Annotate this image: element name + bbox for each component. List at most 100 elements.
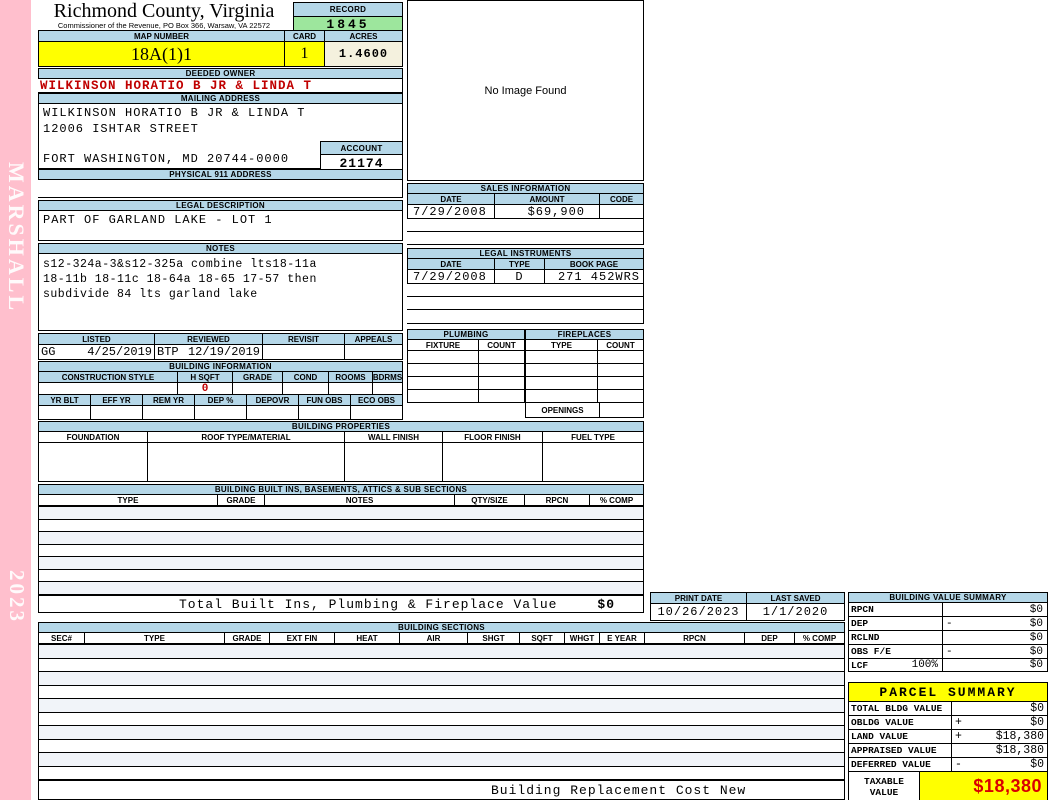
section-comp-label: % COMP [795,633,845,644]
sales-amount-label: AMOUNT [495,194,600,205]
empty-row [38,712,845,726]
mailing-address-label: MAILING ADDRESS [38,93,403,104]
review-header-row: LISTED REVIEWED REVISIT APPEALS [38,333,403,345]
floor-finish-label: FLOOR FINISH [443,432,543,443]
bdrms-value [373,383,403,395]
fuel-type-label: FUEL TYPE [543,432,644,443]
legal-description-label: LEGAL DESCRIPTION [38,200,403,211]
hsqft-value: 0 [178,383,233,395]
revisit-value [263,345,345,360]
fireplaces-label: FIREPLACES [525,329,644,340]
acres-label: ACRES [325,30,403,42]
empty-row [38,753,845,767]
depovr-value [247,406,299,420]
building-properties-value-row [38,443,644,482]
built-ins-label: BUILDING BUILT INS, BASEMENTS, ATTICS & … [38,484,644,495]
instrument-type-label: TYPE [495,259,545,270]
county-header: Richmond County, Virginia Commissioner o… [38,1,290,30]
empty-row [38,557,644,570]
parcel-row-value: $0 [1030,758,1044,771]
empty-row [38,506,644,520]
funobs-value [299,406,351,420]
parcel-row-value: $0 [1030,716,1044,729]
built-ins-empty-rows [38,506,644,596]
parcel-row: DEFERRED VALUE - $0 [848,758,1048,772]
notes-line-2: 18-11b 18-11c 18-64a 18-65 17-57 then [43,273,317,286]
record-box: RECORD 1845 [293,2,403,33]
mailing-line-2: 12006 ISHTAR STREET [43,122,199,136]
fireplace-type-label: TYPE [525,340,598,351]
fixture-label: FIXTURE [407,340,479,351]
empty-row [38,672,845,686]
physical-address-box [38,180,403,198]
bvs-row-label: DEP [848,617,943,631]
fireplaces-empty-row [525,351,644,364]
bvs-op: - [946,617,953,630]
account-label: ACCOUNT [320,141,403,155]
reviewed-label: REVIEWED [155,333,263,345]
parcel-op: + [955,730,962,743]
map-number-label: MAP NUMBER [38,30,285,42]
heat-label: HEAT [335,633,400,644]
cond-label: COND [283,372,329,383]
built-ins-total-row: Total Built Ins, Plumbing & Fireplace Va… [38,595,644,613]
depovr-label: DEPOVR [247,395,299,406]
foundation-value [38,443,148,482]
plumbing-empty-row [407,364,525,377]
map-header-row: MAP NUMBER CARD ACRES [38,30,403,42]
air-label: AIR [400,633,468,644]
cond-value [283,383,329,395]
appeals-label: APPEALS [345,333,403,345]
building-info-header-row-2: YR BLT EFF YR REM YR DEP % DEPOVR FUN OB… [38,395,403,406]
empty-row [38,766,845,780]
building-properties-label: BUILDING PROPERTIES [38,421,644,432]
built-ins-total-label: Total Built Ins, Plumbing & Fireplace Va… [179,596,558,612]
parcel-row-label: TOTAL BLDG VALUE [848,702,952,716]
grade-value [233,383,283,395]
sales-header-row: DATE AMOUNT CODE [407,194,644,205]
notes-line-3: subdivide 84 lts garland lake [43,288,258,301]
building-sections-label: BUILDING SECTIONS [38,622,845,633]
page-subtitle: Commissioner of the Revenue, PO Box 366,… [57,21,271,30]
bvs-row-value: $0 [1029,659,1043,671]
fireplaces-header-row: TYPE COUNT [525,340,644,351]
taxable-value-label: TAXABLE VALUE [848,772,920,800]
builtin-qty-label: QTY/SIZE [455,495,525,506]
bvs-row: LCF 100% $0 [848,659,1048,672]
building-info-value-row-1: 0 [38,383,403,395]
empty-row [38,658,845,672]
rooms-label: ROOMS [329,372,373,383]
bvs-row-label: RPCN [848,603,943,617]
sales-information-label: SALES INFORMATION [407,183,644,194]
building-properties-header-row: FOUNDATION ROOF TYPE/MATERIAL WALL FINIS… [38,432,644,443]
hsqft-label: H SQFT [178,372,233,383]
photo-placeholder: No Image Found [407,0,644,181]
building-sections-empty-rows [38,644,845,780]
rooms-value [329,383,373,395]
empty-row [38,644,845,659]
bvs-row-value: $0 [1029,645,1043,658]
empty-row [38,726,845,740]
legal-instruments-label: LEGAL INSTRUMENTS [407,248,644,259]
empty-row [38,532,644,545]
section-type-label: TYPE [85,633,225,644]
builtin-rpcn-label: RPCN [525,495,590,506]
building-info-header-row-1: CONSTRUCTION STYLE H SQFT GRADE COND ROO… [38,372,403,383]
last-saved-label: LAST SAVED [747,592,845,604]
parcel-summary: PARCEL SUMMARY TOTAL BLDG VALUE $0 OBLDG… [848,682,1048,800]
sales-code-value [600,205,644,219]
reviewed-date: 12/19/2019 [187,345,260,359]
parcel-row: TOTAL BLDG VALUE $0 [848,702,1048,716]
listed-by: GG [41,345,56,359]
empty-row [38,519,644,533]
yrblt-label: YR BLT [38,395,91,406]
bvs-lcf-pct: 100% [911,659,938,671]
remyr-label: REM YR [143,395,195,406]
instrument-bookpage-value: 271 452WRS [545,270,644,284]
whgt-label: WHGT [565,633,600,644]
bvs-row: DEP - $0 [848,617,1048,631]
effyr-value [91,406,143,420]
listed-value: GG 4/25/2019 [38,345,155,360]
acres-value: 1.4600 [325,42,403,67]
instrument-empty-row [407,297,644,310]
